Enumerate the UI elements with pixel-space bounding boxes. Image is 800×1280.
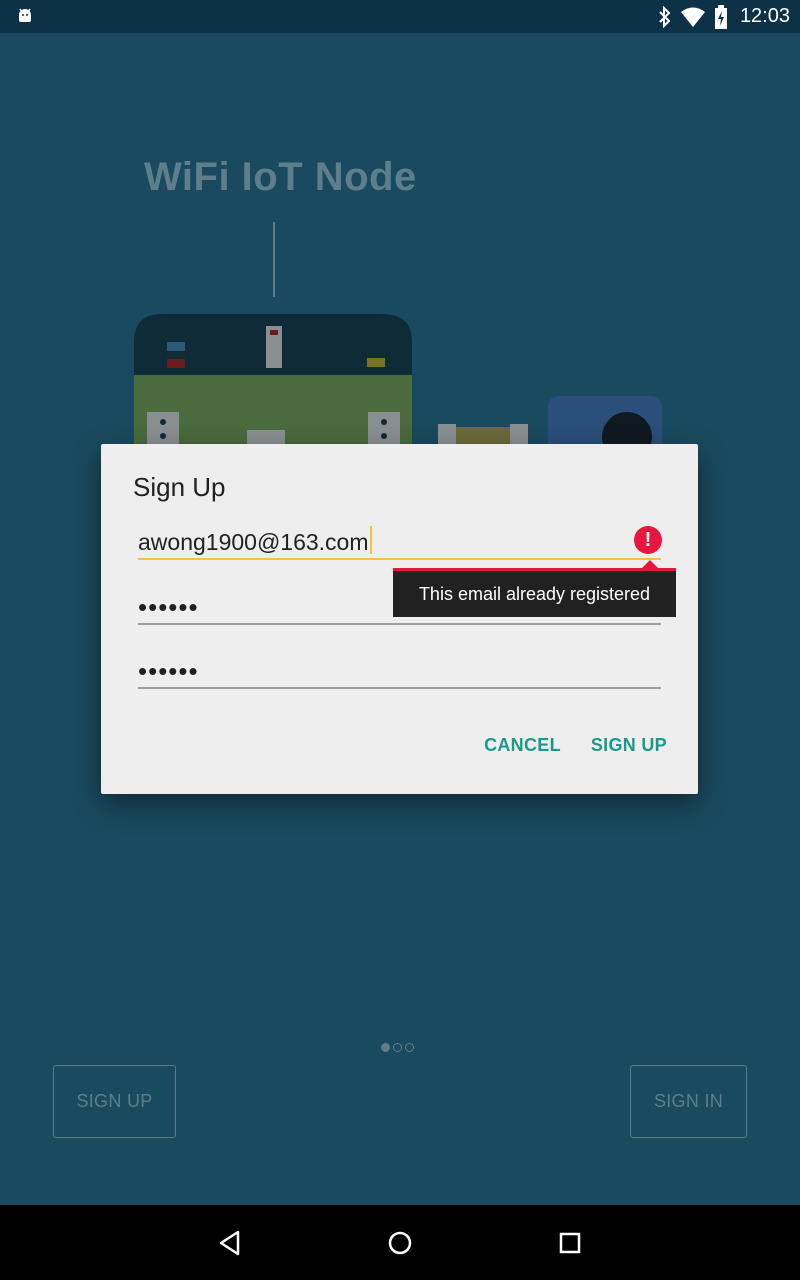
text-cursor [369, 526, 372, 554]
page-indicator [381, 1043, 414, 1052]
recents-icon[interactable] [554, 1227, 586, 1259]
status-time: 12:03 [739, 5, 790, 27]
password-underline [138, 623, 661, 625]
back-icon[interactable] [214, 1227, 246, 1259]
antenna-line [273, 222, 275, 297]
dialog-actions: CANCEL SIGN UP [484, 735, 667, 756]
dialog-title: Sign Up [133, 472, 226, 502]
email-underline [138, 558, 661, 560]
error-popup: This email already registered [393, 568, 676, 617]
signup-dialog: Sign Up awong1900@163.com ! •••••• •••••… [101, 444, 698, 794]
page-dot [393, 1043, 402, 1052]
cancel-button[interactable]: CANCEL [484, 735, 561, 756]
bluetooth-icon [659, 5, 671, 28]
confirm-password-field[interactable]: •••••• [138, 656, 661, 689]
error-popup-arrow [642, 560, 658, 568]
battery-icon [714, 4, 727, 29]
wifi-icon [680, 7, 705, 27]
error-icon[interactable]: ! [634, 526, 662, 554]
status-bar: 12:03 [0, 0, 800, 33]
password-value: •••••• [138, 592, 199, 622]
page-dot-active [381, 1043, 390, 1052]
navigation-bar [0, 1205, 800, 1280]
android-icon [19, 8, 31, 22]
confirm-password-value: •••••• [138, 656, 199, 686]
iot-device-illustration [134, 314, 662, 447]
email-value: awong1900@163.com [138, 529, 369, 555]
background-signin-button[interactable]: SIGN IN [630, 1065, 747, 1138]
signup-button[interactable]: SIGN UP [591, 735, 667, 756]
page-dot [405, 1043, 414, 1052]
home-icon[interactable] [384, 1227, 416, 1259]
confirm-password-underline [138, 687, 661, 689]
email-field[interactable]: awong1900@163.com [138, 524, 661, 560]
background-signup-button[interactable]: SIGN UP [53, 1065, 176, 1138]
app-title: WiFi IoT Node [144, 155, 417, 199]
